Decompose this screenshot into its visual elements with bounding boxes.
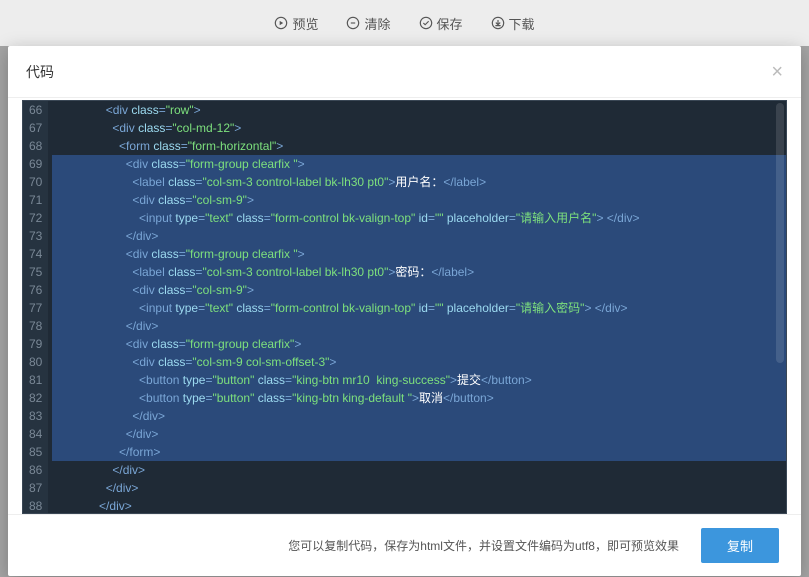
line-number: 78 [29,317,42,335]
modal-title: 代码 [26,62,54,82]
clear-button[interactable]: 清除 [346,14,390,33]
code-line[interactable]: <div class="col-sm-9 col-sm-offset-3"> [52,353,786,371]
line-number: 69 [29,155,42,173]
line-number: 66 [29,101,42,119]
line-number: 77 [29,299,42,317]
line-number: 67 [29,119,42,137]
code-line[interactable]: </div> [52,497,786,514]
save-button[interactable]: 保存 [419,14,463,33]
save-label: 保存 [437,14,463,33]
line-number: 85 [29,443,42,461]
code-line[interactable]: </div> [52,479,786,497]
code-editor[interactable]: 6667686970717273747576777879808182838485… [22,100,787,514]
check-circle-icon [419,16,433,30]
play-circle-icon [274,16,288,30]
line-number: 70 [29,173,42,191]
code-line[interactable]: <form class="form-horizontal"> [52,137,786,155]
code-line[interactable]: </div> [52,407,786,425]
code-line[interactable]: </div> [52,461,786,479]
preview-button[interactable]: 预览 [274,14,318,33]
line-number: 87 [29,479,42,497]
line-number: 84 [29,425,42,443]
line-gutter: 6667686970717273747576777879808182838485… [23,101,48,513]
code-line[interactable]: <label class="col-sm-3 control-label bk-… [52,263,786,281]
scrollbar[interactable] [776,103,784,363]
code-line[interactable]: </form> [52,443,786,461]
line-number: 76 [29,281,42,299]
line-number: 73 [29,227,42,245]
line-number: 72 [29,209,42,227]
code-content[interactable]: <div class="row"> <div class="col-md-12"… [48,101,786,513]
line-number: 79 [29,335,42,353]
line-number: 80 [29,353,42,371]
download-label: 下载 [509,14,535,33]
code-line[interactable]: <label class="col-sm-3 control-label bk-… [52,173,786,191]
code-line[interactable]: <div class="col-sm-9"> [52,281,786,299]
code-line[interactable]: </div> [52,425,786,443]
code-line[interactable]: <div class="row"> [52,101,786,119]
code-line[interactable]: <button type="button" class="king-btn mr… [52,371,786,389]
code-line[interactable]: <div class="form-group clearfix "> [52,155,786,173]
modal-body: 6667686970717273747576777879808182838485… [8,98,801,514]
preview-label: 预览 [292,14,318,33]
modal-header: 代码 × [8,46,801,98]
download-circle-icon [491,16,505,30]
code-line[interactable]: <div class="form-group clearfix "> [52,245,786,263]
line-number: 83 [29,407,42,425]
code-modal: 代码 × 66676869707172737475767778798081828… [8,46,801,576]
code-line[interactable]: <input type="text" class="form-control b… [52,209,786,227]
code-line[interactable]: <div class="form-group clearfix"> [52,335,786,353]
code-line[interactable]: </div> [52,317,786,335]
copy-button[interactable]: 复制 [701,528,779,563]
line-number: 82 [29,389,42,407]
line-number: 88 [29,497,42,514]
code-line[interactable]: </div> [52,227,786,245]
code-line[interactable]: <div class="col-sm-9"> [52,191,786,209]
close-icon[interactable]: × [771,62,783,82]
download-button[interactable]: 下载 [491,14,535,33]
modal-footer: 您可以复制代码，保存为html文件，并设置文件编码为utf8，即可预览效果 复制 [8,514,801,576]
clear-label: 清除 [364,14,390,33]
clear-circle-icon [346,16,360,30]
code-line[interactable]: <div class="col-md-12"> [52,119,786,137]
line-number: 74 [29,245,42,263]
line-number: 71 [29,191,42,209]
top-toolbar: 预览 清除 保存 下载 [0,0,809,46]
line-number: 75 [29,263,42,281]
line-number: 68 [29,137,42,155]
code-line[interactable]: <input type="text" class="form-control b… [52,299,786,317]
line-number: 81 [29,371,42,389]
line-number: 86 [29,461,42,479]
code-line[interactable]: <button type="button" class="king-btn ki… [52,389,786,407]
footer-hint: 您可以复制代码，保存为html文件，并设置文件编码为utf8，即可预览效果 [288,537,679,554]
